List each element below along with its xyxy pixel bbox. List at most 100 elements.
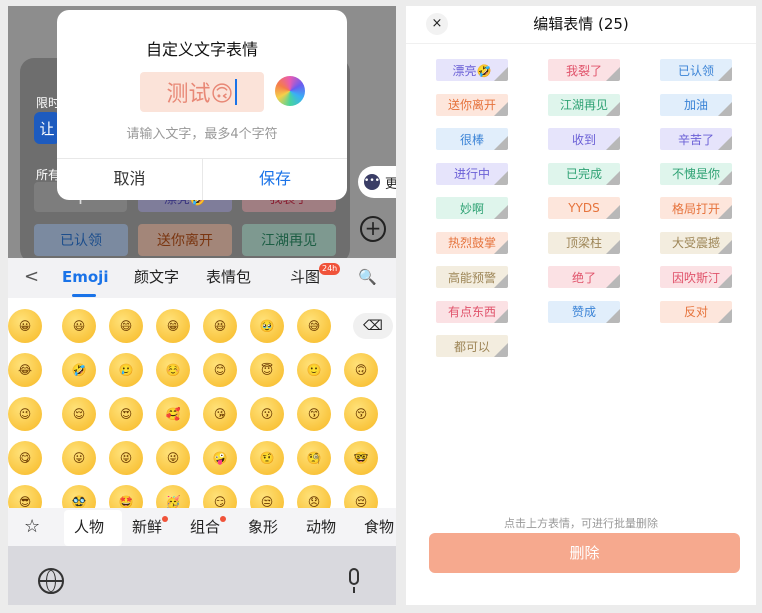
emoji-key[interactable]: 🥰 — [156, 397, 190, 431]
tag-corner-mark — [606, 136, 620, 150]
emoji-key[interactable]: 😋 — [8, 441, 42, 475]
tag-corner-mark — [606, 101, 620, 116]
tab-emoji[interactable]: Emoji — [62, 258, 108, 298]
emoji-tag[interactable]: 格局打开 — [660, 197, 732, 219]
emoji-key[interactable]: 😍 — [109, 397, 143, 431]
category-combo[interactable]: 组合 — [190, 508, 220, 546]
emoji-tag[interactable]: 进行中 — [436, 162, 508, 185]
emoji-key[interactable]: 😔 — [344, 485, 378, 508]
backspace-icon[interactable]: ⌫ — [353, 313, 393, 339]
tab-stickers[interactable]: 表情包 — [206, 258, 251, 298]
emoji-tag[interactable]: 反对 — [660, 300, 732, 323]
emoji-key[interactable]: 🤣 — [62, 353, 96, 387]
emoji-key[interactable]: 😌 — [62, 397, 96, 431]
emoji-key[interactable]: 😏 — [203, 485, 237, 508]
emoji-key[interactable]: 😎 — [8, 485, 42, 508]
emoji-tag[interactable]: 漂亮🤣 — [436, 59, 508, 81]
emoji-key[interactable]: 😛 — [62, 441, 96, 475]
emoji-key[interactable]: 🧐 — [297, 441, 331, 475]
emoji-tag[interactable]: 妙啊 — [436, 197, 508, 219]
emoji-key[interactable]: 🥹 — [250, 309, 284, 343]
emoji-key[interactable]: 😇 — [250, 353, 284, 387]
badge-24h: 24h — [319, 263, 341, 275]
emoji-tag[interactable]: 热烈鼓掌 — [436, 231, 508, 254]
emoji-key[interactable]: 🙃 — [344, 353, 378, 387]
emoji-key[interactable]: 😒 — [250, 485, 284, 508]
emoji-key[interactable]: 🤓 — [344, 441, 378, 475]
delete-button[interactable]: 删除 — [429, 533, 740, 573]
chevron-left-icon[interactable]: < — [24, 258, 39, 298]
emoji-key[interactable]: 😞 — [297, 485, 331, 508]
emoji-key[interactable]: 😜 — [156, 441, 190, 475]
emoji-key[interactable]: 🥲 — [109, 353, 143, 387]
category-food[interactable]: 食物 — [364, 508, 394, 546]
emoji-key[interactable]: 🤨 — [250, 441, 284, 475]
emoji-tag[interactable]: 江湖再见 — [548, 93, 620, 116]
emoji-key[interactable]: 😚 — [344, 397, 378, 431]
emoji-key[interactable]: 😂 — [8, 353, 42, 387]
emoji-tag[interactable]: 送你离开 — [436, 93, 508, 116]
emoji-tag[interactable]: 有点东西 — [436, 300, 508, 323]
emoji-tag[interactable]: 加油 — [660, 93, 732, 116]
color-picker-button[interactable] — [275, 76, 305, 106]
tag-corner-mark — [718, 101, 732, 116]
emoji-key[interactable]: 🥳 — [156, 485, 190, 508]
emoji-tag[interactable]: 高能预警 — [436, 266, 508, 288]
emoji-tag[interactable]: 已完成 — [548, 162, 620, 185]
tag-corner-mark — [718, 205, 732, 219]
emoji-key[interactable]: 😄 — [109, 309, 143, 343]
add-circle-icon[interactable]: + — [360, 216, 386, 242]
emoji-key[interactable]: 🥸 — [62, 485, 96, 508]
emoji-key[interactable]: 😆 — [203, 309, 237, 343]
emoji-key[interactable]: ☺️ — [156, 353, 190, 387]
emoji-key[interactable]: 😊 — [203, 353, 237, 387]
emoji-tag-label: 江湖再见 — [559, 98, 608, 112]
emoji-key[interactable]: 😙 — [297, 397, 331, 431]
emoji-tag[interactable]: 我裂了 — [548, 59, 620, 81]
more-label: 更 — [384, 176, 396, 192]
emoji-tag[interactable]: 收到 — [548, 128, 620, 150]
emoji-tag[interactable]: 都可以 — [436, 335, 508, 357]
emoji-key[interactable]: 🤩 — [109, 485, 143, 508]
emoji-tag[interactable]: 赞成 — [548, 300, 620, 323]
more-button[interactable]: ••• 更 — [358, 166, 396, 198]
emoji-key[interactable]: 😃 — [62, 309, 96, 343]
emoji-tag[interactable]: 很棒 — [436, 128, 508, 150]
emoji-key[interactable]: 😗 — [250, 397, 284, 431]
emoji-key[interactable]: 🙂 — [297, 353, 331, 387]
emoji-tag[interactable]: 因吹斯汀 — [660, 266, 732, 288]
microphone-icon[interactable] — [346, 568, 362, 594]
emoji-key[interactable]: 😀 — [8, 309, 42, 343]
emoji-key[interactable]: 😘 — [203, 397, 237, 431]
emoji-tag[interactable]: 辛苦了 — [660, 128, 732, 150]
input-hint: 请输入文字，最多4个字符 — [126, 127, 278, 142]
text-input-preview[interactable]: 测试🙃 — [140, 72, 264, 112]
category-animals[interactable]: 动物 — [306, 508, 336, 546]
emoji-tag[interactable]: 大受震撼 — [660, 231, 732, 254]
category-people[interactable]: 人物 — [74, 508, 104, 546]
cancel-button[interactable]: 取消 — [57, 158, 202, 200]
search-icon[interactable]: 🔍 — [358, 258, 377, 298]
category-new[interactable]: 新鲜 — [132, 508, 162, 546]
tab-meme[interactable]: 斗图 — [290, 258, 320, 298]
emoji-key[interactable]: 😅 — [297, 309, 331, 343]
emoji-grid: ⌫ 😀 😃 😄 😁 😆 🥹 😅 😂 🤣 🥲 ☺️ 😊 😇 🙂 🙃 😉 😌 😍 🥰 😘 😗 😙 😚 😋 😛 😝 😜 🤪 🤨 🧐 🤓 😎 🥸 🤩 🥳 😏 😒… — [8, 298, 396, 508]
tag-corner-mark — [606, 308, 620, 323]
emoji-key[interactable]: 😉 — [8, 397, 42, 431]
emoji-tag[interactable]: 绝了 — [548, 266, 620, 288]
save-button[interactable]: 保存 — [203, 158, 347, 200]
emoji-key[interactable]: 😁 — [156, 309, 190, 343]
tag-corner-mark — [494, 343, 508, 357]
emoji-tag[interactable]: 不愧是你 — [660, 162, 732, 185]
emoji-tag[interactable]: 已认领 — [660, 59, 732, 81]
category-star-icon[interactable]: ☆ — [24, 508, 40, 546]
globe-icon[interactable] — [38, 568, 64, 594]
emoji-tag[interactable]: 顶梁柱 — [548, 231, 620, 254]
emoji-key[interactable]: 😝 — [109, 441, 143, 475]
emoji-tag-label: 因吹斯汀 — [671, 270, 720, 285]
emoji-tag[interactable]: YYDS — [548, 197, 620, 219]
emoji-key[interactable]: 🤪 — [203, 441, 237, 475]
tag-corner-mark — [494, 101, 508, 116]
category-symbols[interactable]: 象形 — [248, 508, 278, 546]
tab-kaomoji[interactable]: 颜文字 — [134, 258, 179, 298]
